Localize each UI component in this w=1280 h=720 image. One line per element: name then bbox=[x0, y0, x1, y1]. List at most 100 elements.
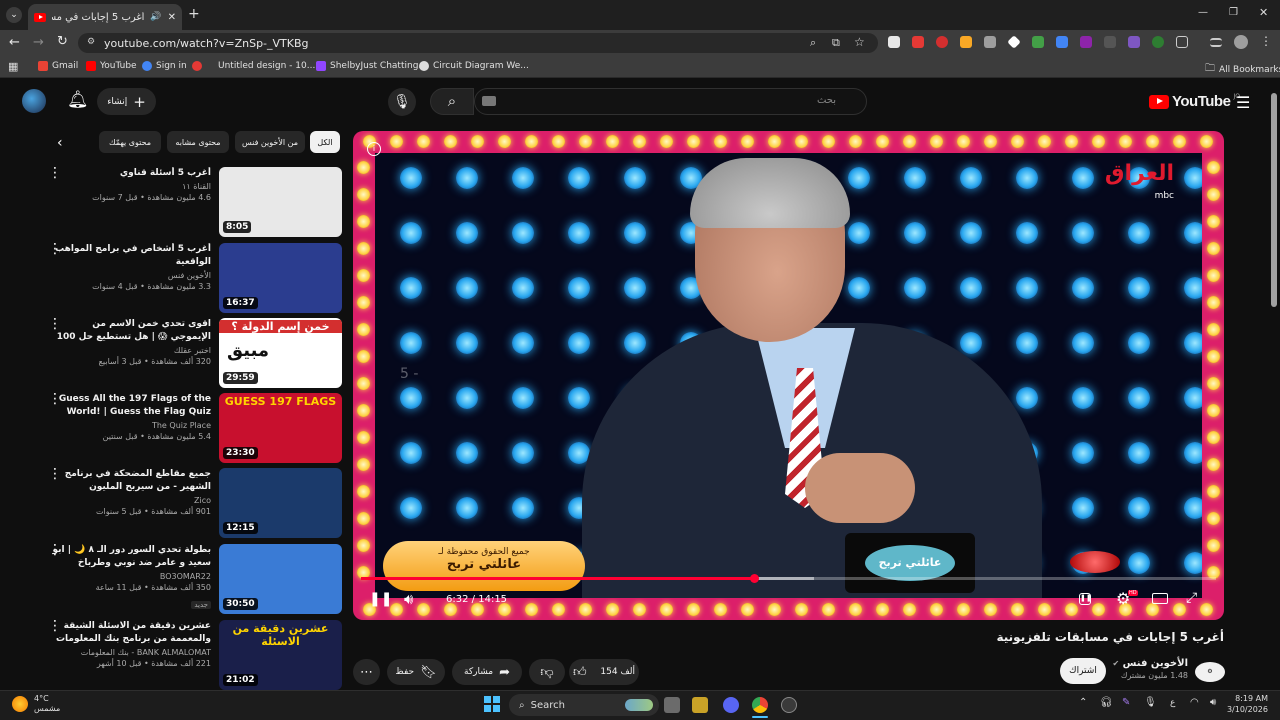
extension-icon[interactable] bbox=[1152, 36, 1164, 48]
video-player[interactable]: العراق mbc عائلتي تربح جميع الحقوق محفوظ… bbox=[353, 131, 1224, 620]
share-button[interactable]: مشاركة ➦ bbox=[452, 659, 522, 685]
video-frame[interactable]: العراق mbc عائلتي تربح جميع الحقوق محفوظ… bbox=[375, 153, 1202, 598]
recommendation-thumbnail[interactable]: 8:05 bbox=[219, 167, 342, 237]
hamburger-menu-icon[interactable]: ☰ bbox=[1236, 93, 1250, 112]
browser-menu-icon[interactable]: ⋮ bbox=[1260, 34, 1272, 48]
install-app-icon[interactable]: ⧉ bbox=[832, 36, 840, 50]
search-button[interactable]: ⌕ bbox=[430, 88, 474, 115]
tab-audio-icon[interactable]: 🔊 bbox=[150, 12, 161, 22]
forward-arrow-icon[interactable]: → bbox=[33, 35, 44, 50]
site-info-icon[interactable]: ⚙ bbox=[87, 37, 95, 47]
tab-search-icon[interactable]: ⌄ bbox=[6, 7, 22, 23]
theater-mode-icon[interactable] bbox=[1152, 593, 1168, 604]
recommendation-channel[interactable]: The Quiz Place bbox=[51, 421, 211, 430]
keyboard-icon[interactable] bbox=[482, 96, 496, 106]
window-maximize-button[interactable]: ❐ bbox=[1229, 7, 1238, 18]
extension-icon[interactable] bbox=[1104, 36, 1116, 48]
new-tab-button[interactable]: + bbox=[188, 6, 200, 22]
chip-from-channel[interactable]: من الأخوين فنس bbox=[235, 131, 305, 153]
window-close-button[interactable]: ✕ bbox=[1259, 6, 1268, 19]
youtube-logo[interactable]: YouTube JO bbox=[1149, 93, 1240, 110]
tab-close-icon[interactable]: ✕ bbox=[168, 12, 176, 23]
bookmark-star-icon[interactable]: ☆ bbox=[854, 35, 865, 49]
recommendation-channel[interactable]: BO3OMAR22 bbox=[51, 572, 211, 581]
search-input[interactable]: بحث bbox=[474, 88, 867, 115]
volume-icon[interactable]: 🔊︎ bbox=[404, 590, 413, 608]
weather-sun-icon[interactable] bbox=[12, 696, 28, 712]
recommendation-channel[interactable]: BANK ALMALOMAT - بنك المعلومات bbox=[51, 648, 211, 657]
back-arrow-icon[interactable]: ← bbox=[9, 35, 20, 50]
extension-icon[interactable] bbox=[1128, 36, 1140, 48]
save-button[interactable]: حفظ 🔖︎ bbox=[387, 659, 445, 685]
system-clock[interactable]: 8:19 AM 3/10/2026 bbox=[1224, 693, 1268, 715]
recommendation-title[interactable]: أغرب 5 أشخاص في برامج المواهب الواقعية bbox=[51, 243, 211, 269]
recommendation-thumbnail[interactable]: 12:15 bbox=[219, 468, 342, 538]
translate-extension-icon[interactable] bbox=[1056, 36, 1068, 48]
taskbar-search-box[interactable]: ⌕ Search bbox=[509, 694, 659, 716]
extension-icon[interactable] bbox=[984, 36, 996, 48]
create-button[interactable]: إنشاء + bbox=[97, 88, 156, 115]
extension-icon[interactable] bbox=[936, 36, 948, 48]
recommendation-item[interactable]: ⋮ جميع مقاطع المضحكة في برنامج الشهير - م… bbox=[30, 467, 342, 538]
chip-for-you[interactable]: محتوى يهمّك bbox=[99, 131, 161, 153]
pause-icon[interactable]: ❚❚ bbox=[369, 591, 392, 607]
bookmark-twitch[interactable]: ShelbyJust Chatting... bbox=[316, 61, 427, 71]
headset-icon[interactable]: 🎧︎ bbox=[1100, 697, 1113, 708]
extensions-puzzle-icon[interactable] bbox=[1176, 36, 1188, 48]
recommendation-title[interactable]: جميع مقاطع المضحكة في برنامج الشهير - من… bbox=[51, 468, 211, 494]
account-avatar[interactable] bbox=[22, 89, 46, 113]
channel-name[interactable]: الأخوين فنس ✔ bbox=[1110, 658, 1188, 669]
file-explorer-icon[interactable] bbox=[692, 697, 708, 713]
chrome-icon[interactable] bbox=[752, 697, 768, 713]
recommendation-title[interactable]: Guess All the 197 Flags of the World! | … bbox=[51, 393, 211, 419]
bookmark-circuit-diagram[interactable]: Circuit Diagram We... bbox=[419, 61, 529, 71]
input-language[interactable]: ع bbox=[1170, 698, 1175, 708]
chip-all[interactable]: الكل bbox=[310, 131, 340, 153]
active-tab[interactable]: أغرب 5 إجابات في مسابقات تل 🔊 ✕ bbox=[28, 4, 182, 30]
extension-icon[interactable] bbox=[960, 36, 972, 48]
info-icon[interactable]: i bbox=[367, 142, 381, 156]
pen-icon[interactable]: ✎ bbox=[1122, 697, 1130, 708]
recommendation-thumbnail[interactable]: 30:50 bbox=[219, 544, 342, 614]
recommendation-title[interactable]: أغرب 5 أسئلة قناوي bbox=[51, 167, 211, 180]
address-bar[interactable]: ⚙ youtube.com/watch?v=ZnSp-_VTKBg ⌕ ⧉ ☆ bbox=[78, 33, 878, 53]
bookmark-canva[interactable]: Untitled design - 10... bbox=[192, 61, 315, 71]
recommendation-item[interactable]: ⋮ Guess All the 197 Flags of the World! |… bbox=[30, 392, 342, 463]
extension-icon[interactable] bbox=[912, 36, 924, 48]
apps-grid-icon[interactable]: ▦ bbox=[8, 60, 18, 73]
tray-chevron-icon[interactable]: ⌃ bbox=[1079, 697, 1087, 708]
recommendation-channel[interactable]: القناة ١١ bbox=[51, 182, 211, 191]
like-button[interactable]: 👍︎ bbox=[573, 665, 587, 680]
recommendation-thumbnail[interactable]: خمن إسم الدولة ؟ مبيق 29:59 bbox=[219, 318, 342, 388]
app-icon[interactable] bbox=[781, 697, 797, 713]
more-actions-button[interactable]: ⋯ bbox=[353, 659, 380, 685]
recommendation-title[interactable]: اقوى تحدي خمن الاسم من الإيموجي 😱 | هل ت… bbox=[51, 318, 211, 344]
extension-icon[interactable] bbox=[1032, 36, 1044, 48]
progress-bar[interactable] bbox=[361, 574, 1216, 583]
recommendation-item[interactable]: ⋮ اقوى تحدي خمن الاسم من الإيموجي 😱 | هل … bbox=[30, 317, 342, 388]
subscribe-button[interactable]: اشتراك bbox=[1060, 658, 1106, 684]
recommendation-thumbnail[interactable]: GUESS 197 FLAGS 23:30 bbox=[219, 393, 342, 463]
recommendation-channel[interactable]: Zico bbox=[51, 496, 211, 505]
wifi-icon[interactable]: ◠ bbox=[1190, 697, 1199, 708]
reading-list-icon[interactable] bbox=[1210, 38, 1222, 47]
bookmark-gmail[interactable]: Gmail bbox=[38, 61, 78, 71]
recommendation-title[interactable]: عشرين دقيقة من الاسئلة الشيقة والمعممة م… bbox=[51, 620, 211, 646]
discord-icon[interactable] bbox=[723, 697, 739, 713]
fullscreen-icon[interactable]: ⤢ bbox=[1186, 590, 1197, 606]
recommendation-title[interactable]: بطولة تحدي السور دور الـ ٨ 🌙 | ابو سعيد … bbox=[51, 544, 212, 570]
voice-search-mic-icon[interactable]: 🎙︎ bbox=[388, 88, 416, 116]
recommendation-item[interactable]: ⋮ عشرين دقيقة من الاسئلة الشيقة والمعممة … bbox=[30, 619, 342, 690]
reload-icon[interactable]: ↻ bbox=[57, 34, 68, 49]
recommendation-item[interactable]: ⋮ بطولة تحدي السور دور الـ ٨ 🌙 | ابو سعيد… bbox=[30, 543, 342, 614]
recommendation-item[interactable]: ⋮ أغرب 5 أسئلة قناوي القناة ١١ 4.6 مليون مش… bbox=[30, 166, 342, 237]
extension-icon[interactable] bbox=[1080, 36, 1092, 48]
recommendation-channel[interactable]: اختبر عقلك bbox=[51, 346, 211, 355]
recommendation-thumbnail[interactable]: عشرين دقيقة من الاسئلة 21:02 bbox=[219, 620, 342, 690]
windows-start-icon[interactable] bbox=[484, 696, 500, 712]
chips-prev-chevron-icon[interactable]: ‹ bbox=[57, 135, 63, 151]
chip-related[interactable]: محتوى مشابه bbox=[167, 131, 229, 153]
speaker-icon[interactable]: 🔊︎ bbox=[1210, 697, 1216, 708]
page-scrollbar[interactable] bbox=[1271, 93, 1277, 307]
channel-avatar[interactable]: ⚙ bbox=[1195, 662, 1225, 682]
